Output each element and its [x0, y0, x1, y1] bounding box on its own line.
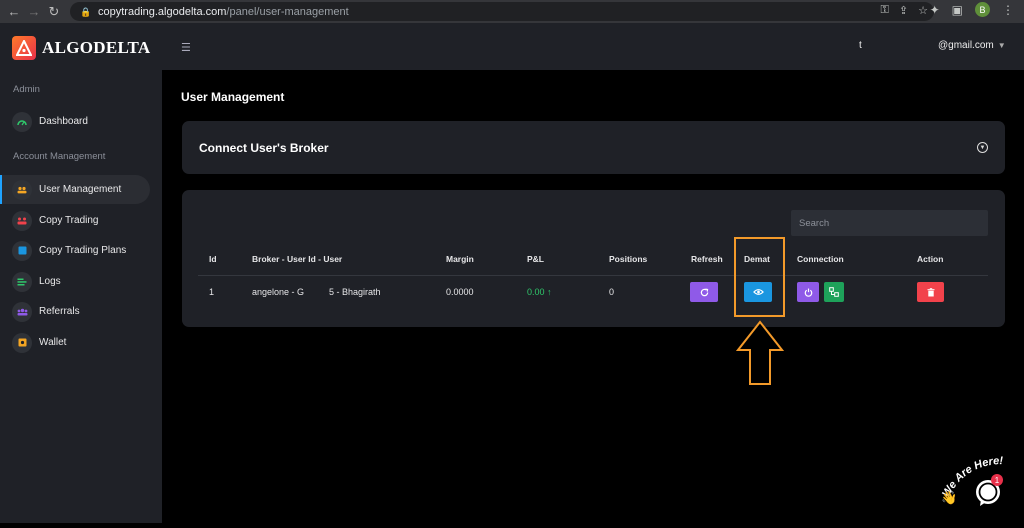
broker-link-icon: [829, 287, 839, 297]
caret-down-icon: ▼: [997, 41, 1006, 50]
connect-broker-button[interactable]: [824, 282, 844, 302]
power-icon: [804, 288, 812, 297]
sidebar-item-dashboard[interactable]: Dashboard: [0, 107, 150, 136]
chat-bubble-icon: We Are Here! 👋 1: [940, 455, 1003, 506]
table-divider: [198, 275, 988, 276]
sidebar-item-label: Referrals: [39, 306, 80, 317]
col-header-refresh: Refresh: [691, 254, 723, 264]
users-icon: [12, 179, 32, 200]
sidebar-item-label: Copy Trading Plans: [39, 245, 127, 256]
hamburger-menu-icon[interactable]: ☰: [181, 41, 191, 54]
address-bar[interactable]: 🔒 copytrading.algodelta.com/panel/user-m…: [70, 2, 934, 21]
copy-trading-icon: [12, 210, 32, 231]
browser-toolbar: ← → ↻ 🔒 copytrading.algodelta.com/panel/…: [0, 0, 1024, 23]
cell-broker-a: angelone - G: [252, 287, 305, 297]
delete-user-button[interactable]: [917, 282, 944, 302]
user-email: @gmail.com: [938, 40, 994, 51]
search-input[interactable]: [791, 210, 988, 236]
star-icon[interactable]: ☆: [918, 4, 928, 17]
brand[interactable]: ALGODELTA: [12, 36, 151, 60]
waving-hand-icon: 👋: [941, 490, 957, 506]
sidebar-item-label: Wallet: [39, 337, 67, 348]
col-header-connection: Connection: [797, 254, 844, 264]
refresh-button[interactable]: [690, 282, 718, 302]
brand-name: ALGODELTA: [42, 38, 151, 57]
menu-kebab-icon[interactable]: ⋮: [1002, 3, 1014, 17]
trash-icon: [927, 287, 934, 296]
gauge-icon: [12, 111, 32, 132]
sidebar: ALGODELTA Admin Dashboard Account Manage…: [0, 23, 162, 523]
reload-icon[interactable]: ↻: [44, 2, 64, 22]
sidebar-item-label: Dashboard: [39, 116, 88, 127]
url-domain: copytrading.algodelta.com: [98, 5, 227, 18]
logs-icon: [12, 271, 32, 292]
sidebar-item-referrals[interactable]: Referrals: [0, 297, 150, 326]
section-label-account-management: Account Management: [13, 151, 106, 162]
chat-notification-badge: 1: [995, 476, 1000, 485]
col-header-id: Id: [209, 254, 217, 264]
cell-positions: 0: [609, 287, 615, 297]
forward-icon[interactable]: →: [24, 2, 44, 22]
cell-margin: 0.0000: [446, 287, 474, 297]
algodelta-logo-icon: [12, 36, 36, 60]
chat-widget[interactable]: We Are Here! 👋 1: [940, 448, 1024, 523]
col-header-positions: Positions: [609, 254, 648, 264]
sidebar-item-label: Copy Trading: [39, 215, 99, 226]
sidebar-item-copy-trading-plans[interactable]: Copy Trading Plans: [0, 236, 150, 265]
url-path: /panel/user-management: [226, 5, 349, 18]
section-label-admin: Admin: [13, 84, 40, 95]
col-header-margin: Margin: [446, 254, 474, 264]
demat-highlight-box: [734, 237, 785, 317]
referrals-icon: [12, 301, 32, 322]
lock-icon: 🔒: [80, 6, 92, 17]
sidebar-item-copy-trading[interactable]: Copy Trading: [0, 206, 150, 235]
sidebar-item-user-management[interactable]: User Management: [0, 175, 150, 204]
key-icon[interactable]: ⚿: [881, 4, 889, 17]
profile-avatar[interactable]: B: [975, 2, 990, 17]
sidebar-item-logs[interactable]: Logs: [0, 267, 150, 296]
sidebar-item-label: Logs: [39, 276, 61, 287]
expand-toggle-icon[interactable]: ▼: [977, 142, 988, 153]
plans-icon: [12, 240, 32, 261]
sidebar-item-wallet[interactable]: Wallet: [0, 328, 150, 357]
page-title: User Management: [181, 90, 285, 104]
refresh-icon: [700, 288, 708, 296]
cell-pnl: 0.00 ↑: [527, 287, 552, 297]
back-icon[interactable]: ←: [4, 2, 24, 22]
user-name-partial: t: [859, 40, 862, 51]
connect-broker-card[interactable]: Connect User's Broker ▼: [182, 121, 1005, 174]
wallet-icon: [12, 332, 32, 353]
top-bar: ☰ t @gmail.com ▼: [162, 23, 1024, 70]
cell-broker-b: 5 - Bhagirath: [329, 287, 381, 297]
reconnect-button[interactable]: [797, 282, 819, 302]
user-table-card: Id Broker - User Id - User Margin P&L Po…: [182, 190, 1005, 327]
extensions-icon[interactable]: ✦: [930, 3, 940, 17]
user-menu[interactable]: @gmail.com ▼: [938, 40, 1006, 51]
connect-broker-title: Connect User's Broker: [199, 141, 329, 155]
share-icon[interactable]: ⇪: [899, 4, 908, 17]
sidepanel-icon[interactable]: ▣: [952, 3, 963, 17]
col-header-broker: Broker - User Id - User: [252, 254, 343, 264]
up-arrow-annotation-icon: [736, 320, 784, 385]
cell-id: 1: [209, 287, 215, 297]
sidebar-item-label: User Management: [39, 184, 122, 195]
col-header-pnl: P&L: [527, 254, 544, 264]
col-header-action: Action: [917, 254, 944, 264]
